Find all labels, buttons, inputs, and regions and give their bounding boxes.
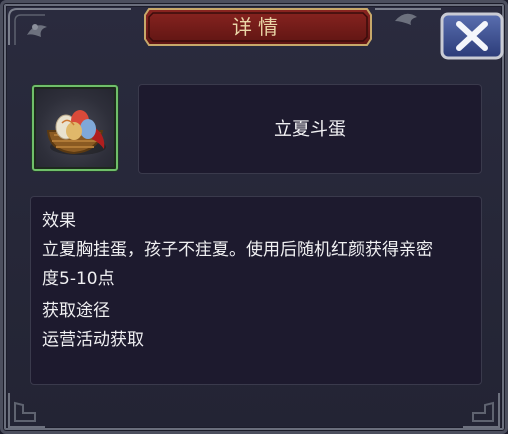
close-button[interactable] — [439, 11, 505, 61]
title-banner: 详情 — [143, 7, 373, 47]
source-heading: 获取途径 — [42, 301, 110, 321]
item-name-box: 立夏斗蛋 — [138, 84, 482, 174]
close-icon — [440, 12, 504, 60]
top-right-ornament-icon — [375, 8, 441, 25]
source-text: 运营活动获取 — [42, 330, 144, 350]
effect-text-line2: 度5-10点 — [42, 269, 115, 289]
bottom-right-ornament-icon — [463, 393, 500, 428]
item-description-box: 效果 立夏胸挂蛋，孩子不疰夏。使用后随机红颜获得亲密 度5-10点 获取途径 运… — [30, 196, 482, 385]
item-name: 立夏斗蛋 — [274, 119, 346, 140]
effect-heading: 效果 — [42, 211, 76, 231]
item-icon-slot — [32, 85, 118, 171]
bottom-left-ornament-icon — [8, 393, 45, 428]
dialog-title: 详情 — [232, 15, 284, 39]
top-left-ornament-icon — [8, 8, 131, 45]
item-detail-dialog: 详情 立夏斗蛋 效果 立夏胸挂蛋，孩子不疰夏。使用后随机红颜获得亲密 度5-10… — [0, 0, 508, 434]
egg-basket-icon — [46, 110, 106, 155]
effect-text-line1: 立夏胸挂蛋，孩子不疰夏。使用后随机红颜获得亲密 — [42, 240, 433, 260]
